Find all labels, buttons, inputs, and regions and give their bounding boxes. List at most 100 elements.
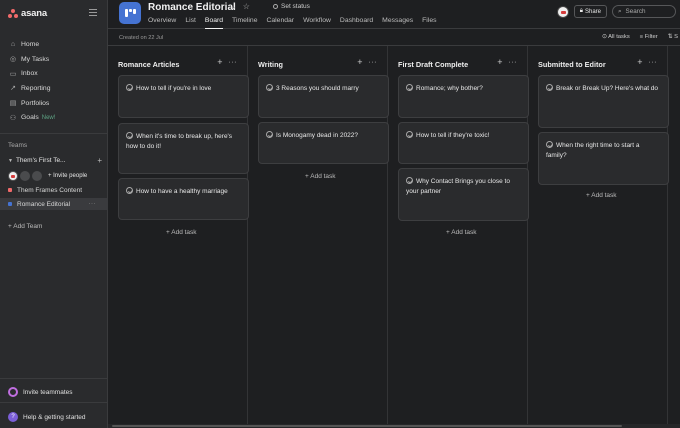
tab-overview[interactable]: Overview xyxy=(148,16,176,29)
sort-button[interactable]: ⇅ S xyxy=(668,34,678,40)
avatar[interactable] xyxy=(556,5,569,18)
add-task-button[interactable]: + Add task xyxy=(586,192,617,199)
task-card[interactable]: When it's time to break up, here's how t… xyxy=(118,123,249,174)
column-actions: + ··· xyxy=(217,57,237,67)
task-card[interactable]: How to tell if you're in love xyxy=(118,75,249,118)
task-card[interactable]: When the right time to start a family? xyxy=(538,132,669,185)
complete-checkbox-icon[interactable] xyxy=(406,177,413,184)
complete-checkbox-icon[interactable] xyxy=(126,187,133,194)
sort-icon: ⇅ xyxy=(667,34,673,40)
add-team-button[interactable]: + Add Team xyxy=(8,223,42,230)
task-card[interactable]: Is Monogamy dead in 2022? xyxy=(258,122,389,164)
horizontal-scrollbar[interactable] xyxy=(108,424,680,428)
set-status-button[interactable]: Set status xyxy=(273,3,310,10)
sidebar-item-inbox[interactable]: ▭ Inbox xyxy=(0,66,108,81)
tab-messages[interactable]: Messages xyxy=(382,16,413,29)
add-project-icon[interactable]: + xyxy=(97,156,102,165)
add-task-button[interactable]: + Add task xyxy=(446,229,477,236)
column-title[interactable]: Writing xyxy=(258,60,283,69)
task-card[interactable]: How to have a healthy marriage xyxy=(118,178,249,220)
column-title[interactable]: Romance Articles xyxy=(118,60,179,69)
add-task-icon[interactable]: + xyxy=(497,57,502,67)
sidebar-item-portfolios[interactable]: ▤ Portfolios xyxy=(0,96,108,111)
board-column-first-draft-complete: First Draft Complete + ··· Romance; why … xyxy=(388,46,529,428)
tab-timeline[interactable]: Timeline xyxy=(232,16,257,29)
task-card[interactable]: Why Contact Brings you close to your par… xyxy=(398,168,529,221)
task-card[interactable]: Romance; why bother? xyxy=(398,75,529,118)
tab-files[interactable]: Files xyxy=(422,16,436,29)
help-button[interactable]: ? Help & getting started xyxy=(8,412,86,422)
sidebar-item-my-tasks[interactable]: ◎ My Tasks xyxy=(0,52,108,67)
share-button[interactable]: 🔒︎ Share xyxy=(573,5,607,18)
task-title: Break or Break Up? Here's what do xyxy=(556,85,659,92)
tab-workflow[interactable]: Workflow xyxy=(303,16,331,29)
tab-calendar[interactable]: Calendar xyxy=(266,16,294,29)
board-column-romance-articles: Romance Articles + ··· How to tell if yo… xyxy=(108,46,249,428)
task-title: Romance; why bother? xyxy=(416,85,483,92)
complete-checkbox-icon[interactable] xyxy=(266,84,273,91)
project-color-dot xyxy=(8,202,12,206)
board-column-writing: Writing + ··· 3 Reasons you should marry… xyxy=(248,46,389,428)
task-card[interactable]: 3 Reasons you should marry xyxy=(258,75,389,118)
column-title[interactable]: First Draft Complete xyxy=(398,60,468,69)
task-title: How to tell if you're in love xyxy=(136,85,212,92)
project-header: Romance Editorial ⌄ ☆ Set status Overvie… xyxy=(108,0,680,29)
task-card[interactable]: How to tell if they're toxic! xyxy=(398,122,529,164)
more-options-icon[interactable]: ··· xyxy=(89,201,97,207)
complete-checkbox-icon[interactable] xyxy=(406,131,413,138)
help-label: Help & getting started xyxy=(23,413,86,421)
add-task-button[interactable]: + Add task xyxy=(166,229,197,236)
avatar[interactable] xyxy=(8,171,18,181)
invite-teammates-button[interactable]: Invite teammates xyxy=(8,387,73,397)
search-input[interactable]: ⌕ Search xyxy=(612,5,676,18)
add-task-button[interactable]: + Add task xyxy=(305,173,336,180)
add-task-icon[interactable]: + xyxy=(637,57,642,67)
page-title[interactable]: Romance Editorial xyxy=(148,2,236,13)
complete-checkbox-icon[interactable] xyxy=(126,84,133,91)
sidebar-nav: ⌂ Home ◎ My Tasks ▭ Inbox ↗ Reporting ▤ … xyxy=(0,37,108,125)
complete-checkbox-icon[interactable] xyxy=(126,132,133,139)
complete-checkbox-icon[interactable] xyxy=(546,141,553,148)
sidebar-item-reporting[interactable]: ↗ Reporting xyxy=(0,81,108,96)
tab-board[interactable]: Board xyxy=(204,16,224,29)
project-label: Romance Editorial xyxy=(17,200,71,208)
complete-checkbox-icon[interactable] xyxy=(266,131,273,138)
more-options-icon[interactable]: ··· xyxy=(649,57,658,67)
chevron-down-icon[interactable]: ⌄ xyxy=(230,2,237,11)
more-options-icon[interactable]: ··· xyxy=(229,57,238,67)
task-card[interactable]: Break or Break Up? Here's what do xyxy=(538,75,669,128)
search-placeholder: Search xyxy=(625,8,646,15)
tab-dashboard[interactable]: Dashboard xyxy=(340,16,373,29)
complete-checkbox-icon[interactable] xyxy=(406,84,413,91)
project-board-icon[interactable] xyxy=(119,2,141,24)
asana-logo-icon xyxy=(8,8,18,18)
share-label: Share xyxy=(584,8,601,15)
caret-down-icon[interactable]: ▼ xyxy=(8,158,13,164)
all-tasks-label: All tasks xyxy=(608,34,630,40)
star-icon[interactable]: ☆ xyxy=(243,2,250,11)
team-row[interactable]: ▼ Them's First Te... + xyxy=(8,156,102,165)
more-options-icon[interactable]: ··· xyxy=(509,57,518,67)
all-tasks-button[interactable]: ⊙ All tasks xyxy=(602,34,630,40)
sidebar-project-romance-editorial[interactable]: Romance Editorial ··· xyxy=(0,198,108,210)
tab-list[interactable]: List xyxy=(185,16,196,29)
column-title[interactable]: Submitted to Editor xyxy=(538,60,606,69)
add-task-icon[interactable]: + xyxy=(217,57,222,67)
sidebar-project-them-frames-content[interactable]: Them Frames Content xyxy=(0,184,108,196)
invite-people-label: Invite people xyxy=(53,173,88,179)
column-actions: + ··· xyxy=(637,57,657,67)
sidebar-item-goals[interactable]: ⚇ Goals New! xyxy=(0,110,108,125)
sidebar-item-home[interactable]: ⌂ Home xyxy=(0,37,108,52)
sidebar-collapse-icon[interactable] xyxy=(89,9,97,16)
asana-logo[interactable]: asana xyxy=(8,6,99,20)
add-task-icon[interactable]: + xyxy=(357,57,362,67)
logo-text: asana xyxy=(21,7,47,19)
task-title: Why Contact Brings you close to your par… xyxy=(406,178,510,195)
filter-button[interactable]: ≡ Filter xyxy=(640,34,658,40)
team-name: Them's First Te... xyxy=(15,157,66,164)
avatar-placeholder xyxy=(32,171,42,181)
invite-people-button[interactable]: + Invite people xyxy=(48,173,87,179)
scrollbar-thumb[interactable] xyxy=(112,425,622,427)
more-options-icon[interactable]: ··· xyxy=(369,57,378,67)
complete-checkbox-icon[interactable] xyxy=(546,84,553,91)
